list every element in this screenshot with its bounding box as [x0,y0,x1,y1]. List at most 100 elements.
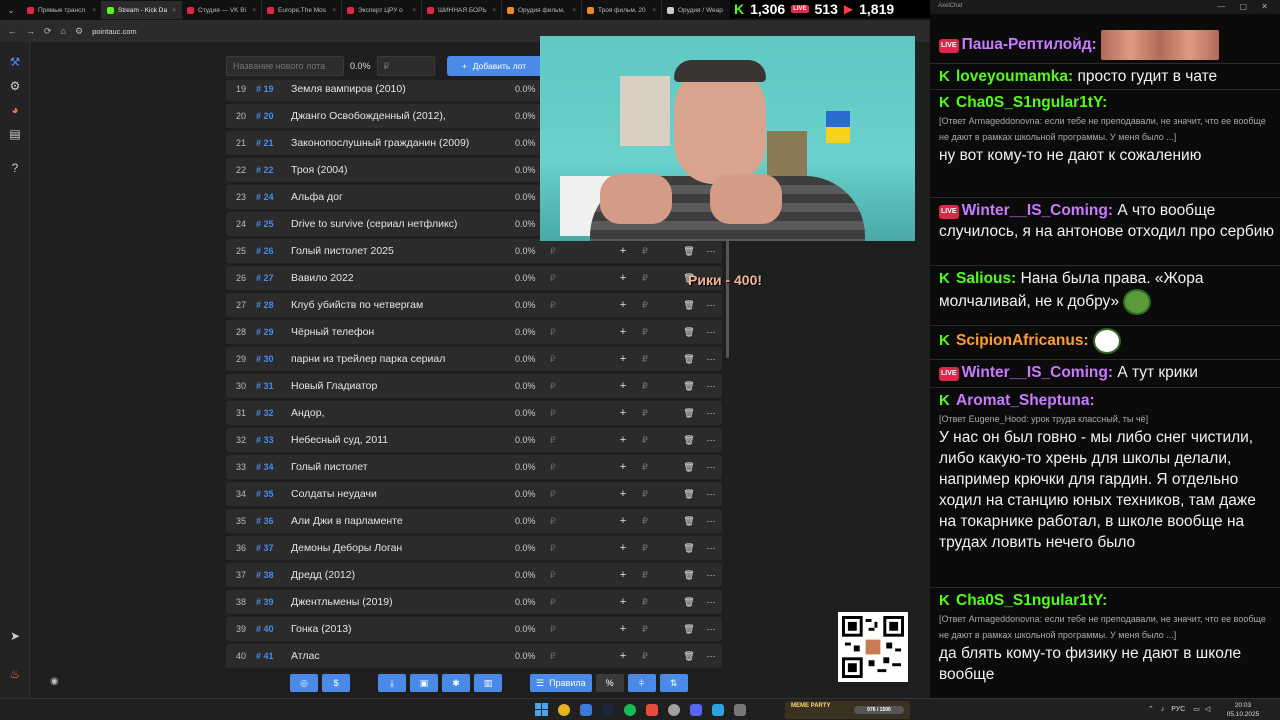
browser-tab[interactable]: Stream - Kick Da × [102,1,182,19]
add-amount-button[interactable]: + [612,542,634,554]
back-icon[interactable]: ← [8,26,17,36]
delete-icon[interactable]: 🗑 [678,300,700,311]
currency-icon[interactable]: ₽ [634,246,656,257]
discord-icon[interactable] [690,704,702,716]
lot-amount-input[interactable]: ₽ [550,489,612,500]
sort-icon[interactable]: ⇅ [659,674,688,692]
donation-icon[interactable]: ♨ [7,666,23,682]
lot-name[interactable]: Атлас [291,650,515,662]
delete-icon[interactable]: 🗑 [678,597,700,608]
lot-row[interactable]: 28 # 29 Чёрный телефон 0.0% ₽ + ₽ 🗑 ··· [226,320,722,344]
more-options-icon[interactable]: ··· [700,300,722,310]
currency-icon[interactable]: ₽ [634,543,656,554]
merge-icon[interactable]: ⫩ [627,674,656,692]
lot-name[interactable]: Вавило 2022 [291,272,515,284]
github-icon[interactable]: ◎ [290,674,318,692]
tab-close-icon[interactable]: × [172,7,176,14]
tab-close-icon[interactable]: × [92,7,96,14]
add-amount-button[interactable]: + [612,434,634,446]
language-indicator[interactable]: РУС [1171,706,1185,713]
delete-icon[interactable]: 🗑 [678,624,700,635]
lot-amount-input[interactable]: ₽ [550,516,612,527]
lot-row[interactable]: 35 # 36 Али Джи в парламенте 0.0% ₽ + ₽ 🗑 ··· [226,509,722,533]
currency-button[interactable]: $ [322,674,350,692]
home-icon[interactable]: ⌂ [61,26,66,36]
lot-name[interactable]: Drive to survive (сериал нетфликс) [291,218,515,230]
window-controls-icon[interactable]: — ▢ ✕ [1217,2,1274,11]
lot-name[interactable]: парни из трейлер парка сериал [291,353,515,365]
lot-name[interactable]: Земля вампиров (2010) [291,83,515,95]
lot-row[interactable]: 27 # 28 Клуб убийств по четвергам 0.0% ₽ + ₽ 🗑 ·… [226,293,722,317]
delete-icon[interactable]: 🗑 [678,354,700,365]
lot-amount-input[interactable]: ₽ [550,354,612,365]
lot-amount-input[interactable]: ₽ [550,246,612,257]
delete-icon[interactable]: 🗑 [678,381,700,392]
lot-name[interactable]: Законопослушный гражданин (2009) [291,137,515,149]
currency-icon[interactable]: ₽ [634,408,656,419]
delete-icon[interactable]: 🗑 [678,516,700,527]
url-field[interactable]: pointauc.com [92,27,137,36]
lot-name[interactable]: Демоны Деборы Логан [291,542,515,554]
more-options-icon[interactable]: ··· [700,516,722,526]
chat-username[interactable]: Winter__IS_Coming: [962,364,1113,381]
obs-icon[interactable] [668,704,680,716]
currency-icon[interactable]: ₽ [634,354,656,365]
add-amount-button[interactable]: + [612,650,634,662]
more-options-icon[interactable]: ··· [700,597,722,607]
lot-name[interactable]: Клуб убийств по четвергам [291,299,515,311]
tab-close-icon[interactable]: × [652,7,656,14]
browser-tab[interactable]: ШИННАЯ БОРЬ × [422,1,502,19]
volume-icon[interactable]: ◁ [1205,706,1210,713]
browser-tab[interactable]: Europe,The Mos × [262,1,342,19]
forward-icon[interactable]: → [26,26,35,36]
clear-icon[interactable]: ▥ [474,674,502,692]
currency-icon[interactable]: ₽ [634,516,656,527]
lot-name[interactable]: Новый Гладиатор [291,380,515,392]
currency-icon[interactable]: ₽ [634,462,656,473]
lot-amount-input[interactable]: ₽ [550,327,612,338]
currency-icon[interactable]: ₽ [634,381,656,392]
lot-amount-input[interactable]: ₽ [550,651,612,662]
explorer-icon[interactable] [580,704,592,716]
lot-name[interactable]: Джанго Освобожденный (2012), [291,110,515,122]
more-options-icon[interactable]: ··· [700,489,722,499]
add-amount-button[interactable]: + [612,299,634,311]
more-options-icon[interactable]: ··· [700,462,722,472]
bug-icon[interactable]: ✱ [442,674,470,692]
lot-name[interactable]: Голый пистолет [291,461,515,473]
more-options-icon[interactable]: ··· [700,246,722,256]
more-options-icon[interactable]: ··· [700,624,722,634]
lot-row[interactable]: 37 # 38 Дредд (2012) 0.0% ₽ + ₽ 🗑 ··· [226,563,722,587]
delete-icon[interactable]: 🗑 [678,327,700,338]
more-options-icon[interactable]: ··· [700,651,722,661]
more-options-icon[interactable]: ··· [700,381,722,391]
delete-icon[interactable]: 🗑 [678,570,700,581]
lot-amount-input[interactable]: ₽ [550,624,612,635]
currency-icon[interactable]: ₽ [634,435,656,446]
chat-username[interactable]: Cha0S_S1ngular1tY: [956,592,1107,609]
lot-amount-input[interactable]: ₽ [550,570,612,581]
mic-icon[interactable]: ♪ [1161,706,1165,713]
taskbar-clock[interactable]: 20:03 05.10.2025 [1225,701,1261,719]
add-amount-button[interactable]: + [612,245,634,257]
chrome-icon[interactable] [558,704,570,716]
add-amount-button[interactable]: + [612,461,634,473]
lot-row[interactable]: 25 # 26 Голый пистолет 2025 0.0% ₽ + ₽ 🗑 ··· [226,239,722,263]
lot-amount-input[interactable]: ₽ [550,597,612,608]
lot-name[interactable]: Дредд (2012) [291,569,515,581]
lot-row[interactable]: 39 # 40 Гонка (2013) 0.0% ₽ + ₽ 🗑 ··· [226,617,722,641]
chevron-up-icon[interactable]: ⌃ [1148,706,1154,713]
app2-icon[interactable] [734,704,746,716]
lot-name[interactable]: Али Джи в парламенте [291,515,515,527]
delete-icon[interactable]: 🗑 [678,543,700,554]
tab-close-icon[interactable]: × [332,7,336,14]
lot-row[interactable]: 30 # 31 Новый Гладиатор 0.0% ₽ + ₽ 🗑 ··· [226,374,722,398]
save-icon[interactable]: ▣ [410,674,438,692]
delete-icon[interactable]: 🗑 [678,435,700,446]
add-amount-button[interactable]: + [612,623,634,635]
delete-icon[interactable]: 🗑 [678,489,700,500]
add-amount-button[interactable]: + [612,515,634,527]
browser-tab[interactable]: Эксперт ЦРУ о × [342,1,422,19]
wheel-icon[interactable]: ◕ [7,102,23,118]
more-options-icon[interactable]: ··· [700,354,722,364]
